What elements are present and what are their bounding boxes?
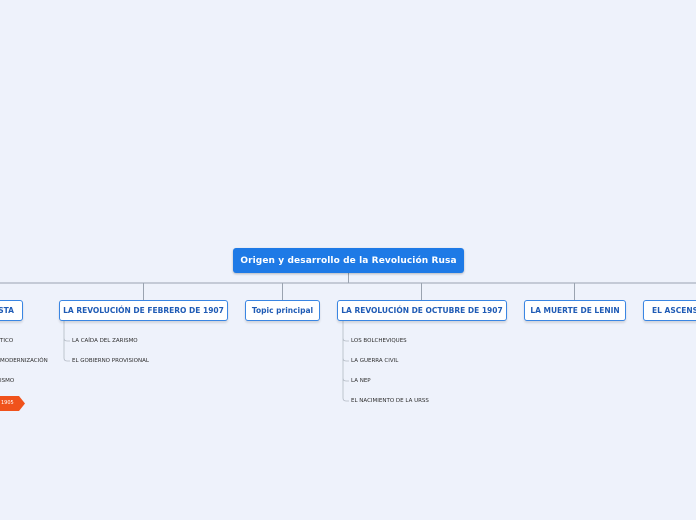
mind-map-canvas: Origen y desarrollo de la Revolución Rus… [0, 0, 696, 520]
branch-topic-revolucion-febrero[interactable]: LA REVOLUCIÓN DE FEBRERO DE 1907 [59, 300, 228, 321]
branch-topic-revolucion-octubre[interactable]: LA REVOLUCIÓN DE OCTUBRE DE 1907 [337, 300, 507, 321]
branch-topic-muerte-lenin[interactable]: LA MUERTE DE LENIN [524, 300, 626, 321]
branch-topic-label: LA REVOLUCIÓN DE FEBRERO DE 1907 [63, 306, 224, 315]
leaf-topic-caida-zarismo[interactable]: LA CAÍDA DEL ZARISMO [72, 337, 138, 345]
branch-topic-principal[interactable]: Topic principal [245, 300, 320, 321]
leaf-connector-branch1 [63, 321, 70, 362]
leaf-topic-nep[interactable]: LA NEP [351, 377, 371, 385]
leaf-topic-bolcheviques[interactable]: LOS BOLCHEVIQUES [351, 337, 407, 345]
branch-topic-label: EL ASCENSO [652, 306, 696, 315]
branch-topic-label: LA MUERTE DE LENIN [530, 306, 620, 315]
leaf-topic-guerra-civil[interactable]: LA GUERRA CIVIL [351, 357, 398, 365]
leaf-topic-gobierno-provisional[interactable]: EL GOBIERNO PROVISIONAL [72, 357, 149, 365]
branch-topic-ascenso[interactable]: EL ASCENSO [643, 300, 696, 321]
branch-topic-sta[interactable]: STA [0, 300, 23, 321]
leaf-topic[interactable]: ISMO [0, 377, 14, 385]
root-topic[interactable]: Origen y desarrollo de la Revolución Rus… [233, 248, 464, 273]
leaf-connector-branch3 [342, 321, 349, 402]
branch-topic-label: Topic principal [251, 306, 314, 315]
leaf-topic-nacimiento-urss[interactable]: EL NACIMIENTO DE LA URSS [351, 397, 429, 405]
flag-label[interactable]: 1905 [1, 400, 14, 406]
root-topic-label: Origen y desarrollo de la Revolución Rus… [240, 255, 457, 266]
leaf-topic[interactable]: TICO [0, 337, 13, 345]
branch-topic-label: LA REVOLUCIÓN DE OCTUBRE DE 1907 [341, 306, 503, 315]
branch-topic-label: STA [0, 306, 14, 315]
leaf-topic[interactable]: MODERNIZACIÓN [0, 357, 48, 365]
